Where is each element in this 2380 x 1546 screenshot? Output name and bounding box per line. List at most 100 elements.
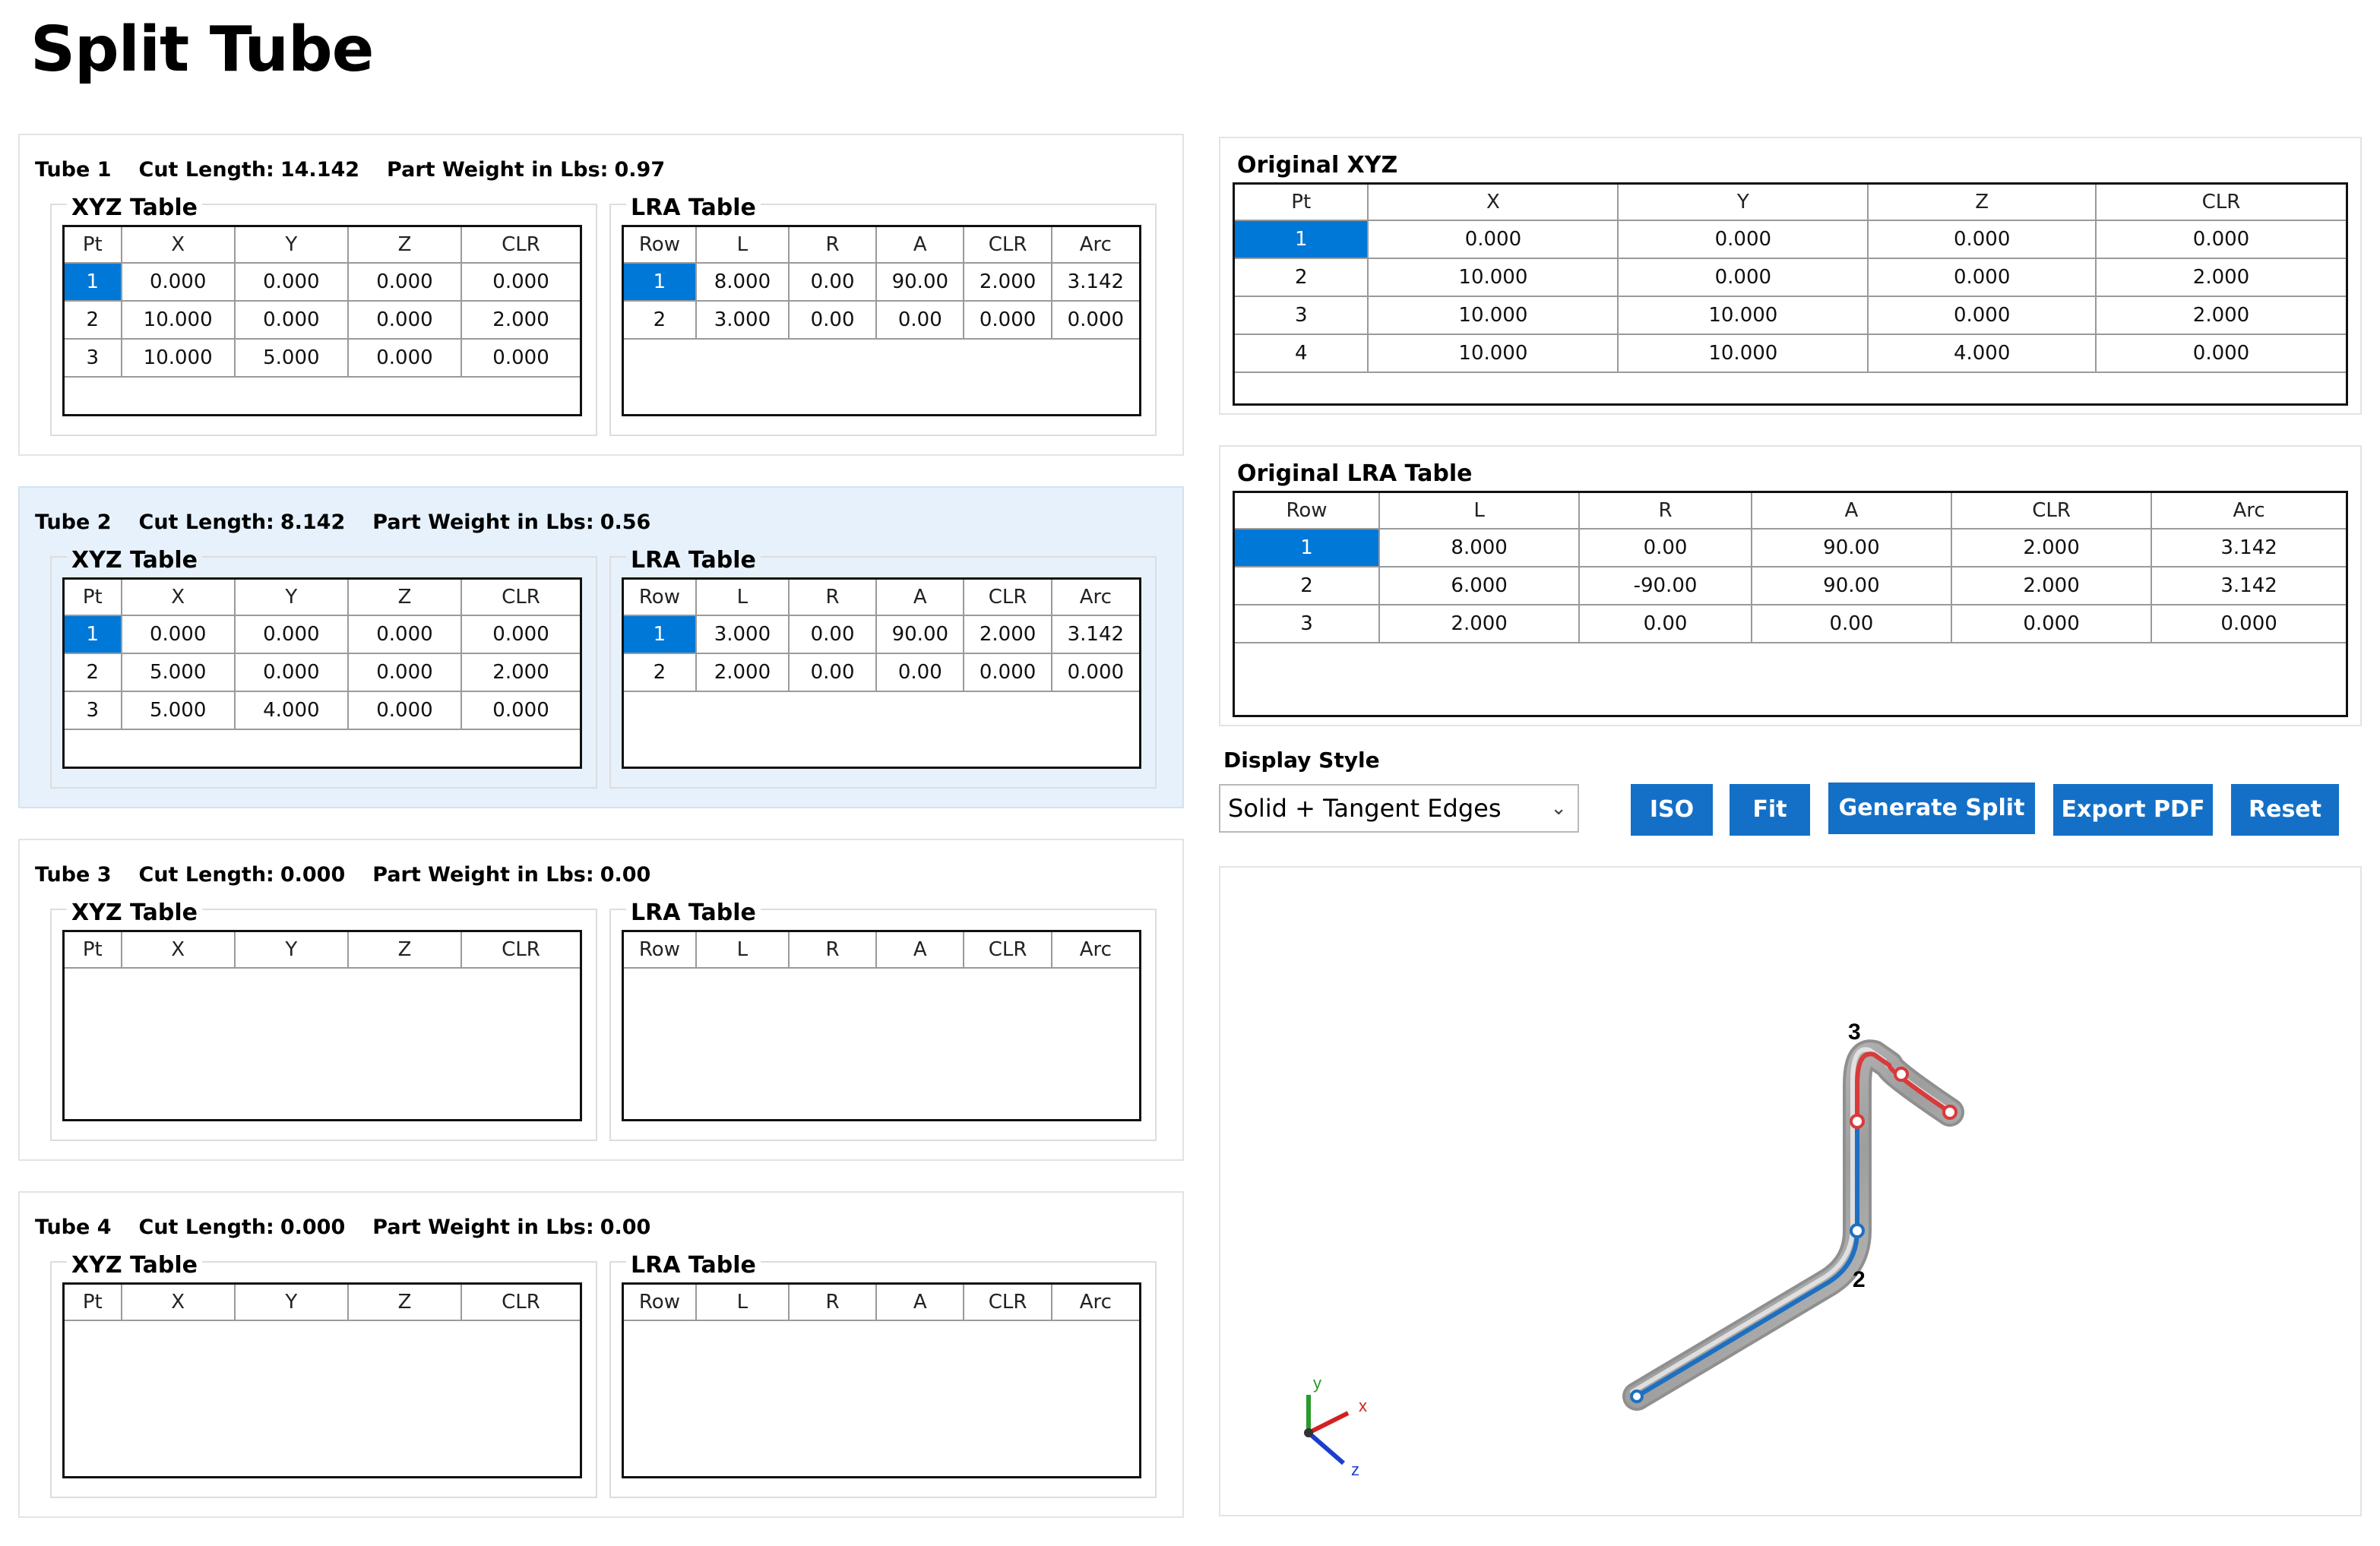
table-cell[interactable]: 2.000 — [461, 301, 580, 340]
row-header-cell[interactable]: 1 — [1235, 529, 1381, 567]
table-cell[interactable]: 0.000 — [1051, 653, 1139, 692]
column-header[interactable]: X — [1368, 185, 1619, 221]
column-header[interactable]: CLR — [964, 1285, 1052, 1321]
table-cell[interactable]: 0.000 — [461, 263, 580, 302]
column-header[interactable]: Y — [234, 227, 349, 264]
table-row[interactable]: 2 5.000 0.000 0.000 2.000 — [65, 653, 580, 692]
row-header-cell[interactable]: 2 — [1235, 567, 1381, 605]
table-row[interactable]: 4 10.000 10.000 4.000 0.000 — [1235, 334, 2346, 373]
table-cell[interactable]: 2.000 — [2096, 296, 2346, 335]
xyz-table-group-grid[interactable]: Pt X Y Z CLR 1 0.000 0.000 0.000 0.000 2 10.000 0.00… — [62, 225, 582, 416]
column-header[interactable]: Row — [624, 227, 697, 264]
iso-button[interactable]: ISO — [1631, 784, 1713, 836]
table-cell[interactable]: 0.000 — [347, 263, 463, 302]
table-cell[interactable]: 90.00 — [1751, 567, 1952, 605]
table-cell[interactable]: 0.000 — [121, 263, 236, 302]
tube-panel-3[interactable]: Tube 3 Cut Length: 0.000 Part Weight in Lbs… — [18, 839, 1184, 1161]
column-header[interactable]: Row — [1235, 493, 1381, 530]
column-header[interactable]: Arc — [1051, 227, 1139, 264]
table-row[interactable]: 1 8.000 0.00 90.00 2.000 3.142 — [624, 263, 1139, 302]
row-header-cell[interactable]: 3 — [1235, 296, 1369, 335]
table-cell[interactable]: 0.000 — [234, 653, 349, 692]
display-style-dropdown[interactable]: Solid + Tangent Edges ⌄ — [1219, 784, 1579, 833]
row-header-cell[interactable]: 2 — [624, 653, 697, 692]
table-cell[interactable]: 0.000 — [461, 339, 580, 378]
table-cell[interactable]: 0.00 — [1579, 605, 1752, 643]
table-row[interactable]: 1 0.000 0.000 0.000 0.000 — [65, 263, 580, 302]
row-header-cell[interactable]: 2 — [65, 653, 122, 692]
row-header-cell[interactable]: 1 — [65, 615, 122, 654]
column-header[interactable]: L — [695, 1285, 790, 1321]
3d-viewport[interactable]: 2 3 x y z — [1219, 866, 2362, 1516]
row-header-cell[interactable]: 1 — [1235, 220, 1369, 259]
column-header[interactable]: L — [1379, 493, 1581, 530]
table-cell[interactable]: 0.000 — [347, 615, 463, 654]
table-row[interactable]: 2 6.000 -90.00 90.00 2.000 3.142 — [1235, 567, 2346, 605]
column-header[interactable]: A — [1751, 493, 1952, 530]
table-cell[interactable]: 3.142 — [1051, 615, 1139, 654]
xyz-table-group-grid[interactable]: Pt X Y Z CLR 1 0.000 0.000 0.000 0.000 2 5.000 0.000… — [62, 577, 582, 769]
table-cell[interactable]: 0.000 — [1868, 220, 2097, 259]
column-header[interactable]: Pt — [65, 1285, 122, 1321]
table-cell[interactable]: 3.000 — [695, 301, 790, 340]
table-cell[interactable]: 4.000 — [1868, 334, 2097, 373]
lra-table-group-grid[interactable]: Row L R A CLR Arc — [622, 930, 1141, 1121]
table-cell[interactable]: 5.000 — [234, 339, 349, 378]
table-cell[interactable]: 0.00 — [876, 301, 965, 340]
table-cell[interactable]: 0.000 — [234, 263, 349, 302]
table-cell[interactable]: 5.000 — [121, 653, 236, 692]
column-header[interactable]: X — [121, 932, 236, 969]
column-header[interactable]: Z — [1868, 185, 2097, 221]
table-cell[interactable]: 10.000 — [1368, 258, 1619, 297]
column-header[interactable]: R — [788, 580, 878, 616]
column-header[interactable]: Pt — [65, 932, 122, 969]
row-header-cell[interactable]: 3 — [65, 691, 122, 730]
row-header-cell[interactable]: 3 — [1235, 605, 1381, 643]
tube-panel-4[interactable]: Tube 4 Cut Length: 0.000 Part Weight in Lbs… — [18, 1191, 1184, 1518]
column-header[interactable]: Y — [1618, 185, 1869, 221]
table-cell[interactable]: 0.000 — [461, 615, 580, 654]
table-cell[interactable]: 0.00 — [788, 263, 878, 302]
table-cell[interactable]: 0.000 — [1618, 220, 1869, 259]
column-header[interactable]: X — [121, 580, 236, 616]
table-cell[interactable]: 0.000 — [1618, 258, 1869, 297]
table-cell[interactable]: 3.000 — [695, 615, 790, 654]
row-header-cell[interactable]: 4 — [1235, 334, 1369, 373]
table-cell[interactable]: 0.00 — [788, 615, 878, 654]
table-cell[interactable]: 0.000 — [1868, 296, 2097, 335]
table-cell[interactable]: 10.000 — [1618, 334, 1869, 373]
table-cell[interactable]: 2.000 — [1951, 567, 2153, 605]
table-cell[interactable]: -90.00 — [1579, 567, 1752, 605]
table-cell[interactable]: 0.000 — [1951, 605, 2153, 643]
table-cell[interactable]: 8.000 — [695, 263, 790, 302]
table-cell[interactable]: 0.00 — [876, 653, 965, 692]
column-header[interactable]: L — [695, 932, 790, 969]
column-header[interactable]: CLR — [964, 580, 1052, 616]
column-header[interactable]: X — [121, 1285, 236, 1321]
table-row[interactable]: 1 3.000 0.00 90.00 2.000 3.142 — [624, 615, 1139, 654]
table-cell[interactable]: 0.000 — [347, 653, 463, 692]
table-cell[interactable]: 2.000 — [461, 653, 580, 692]
column-header[interactable]: Z — [347, 227, 463, 264]
table-cell[interactable]: 2.000 — [964, 263, 1052, 302]
column-header[interactable]: Row — [624, 580, 697, 616]
table-row[interactable]: 3 10.000 10.000 0.000 2.000 — [1235, 296, 2346, 335]
table-row[interactable]: 2 2.000 0.00 0.00 0.000 0.000 — [624, 653, 1139, 692]
table-cell[interactable]: 3.142 — [2151, 567, 2346, 605]
column-header[interactable]: CLR — [1951, 493, 2153, 530]
xyz-table-group-grid[interactable]: Pt X Y Z CLR — [62, 1282, 582, 1478]
table-cell[interactable]: 2.000 — [2096, 258, 2346, 297]
row-header-cell[interactable]: 1 — [624, 615, 697, 654]
table-row[interactable]: 2 10.000 0.000 0.000 2.000 — [65, 301, 580, 340]
table-cell[interactable]: 0.000 — [347, 339, 463, 378]
table-row[interactable]: 3 2.000 0.00 0.00 0.000 0.000 — [1235, 605, 2346, 643]
lra-table-group-grid[interactable]: Row L R A CLR Arc — [622, 1282, 1141, 1478]
column-header[interactable]: CLR — [461, 932, 580, 969]
generate-split-button[interactable]: Generate Split — [1828, 782, 2035, 834]
column-header[interactable]: X — [121, 227, 236, 264]
table-cell[interactable]: 2.000 — [964, 615, 1052, 654]
table-cell[interactable]: 0.000 — [2096, 220, 2346, 259]
table-cell[interactable]: 0.000 — [964, 653, 1052, 692]
table-cell[interactable]: 0.000 — [347, 691, 463, 730]
table-row[interactable]: 2 10.000 0.000 0.000 2.000 — [1235, 258, 2346, 297]
